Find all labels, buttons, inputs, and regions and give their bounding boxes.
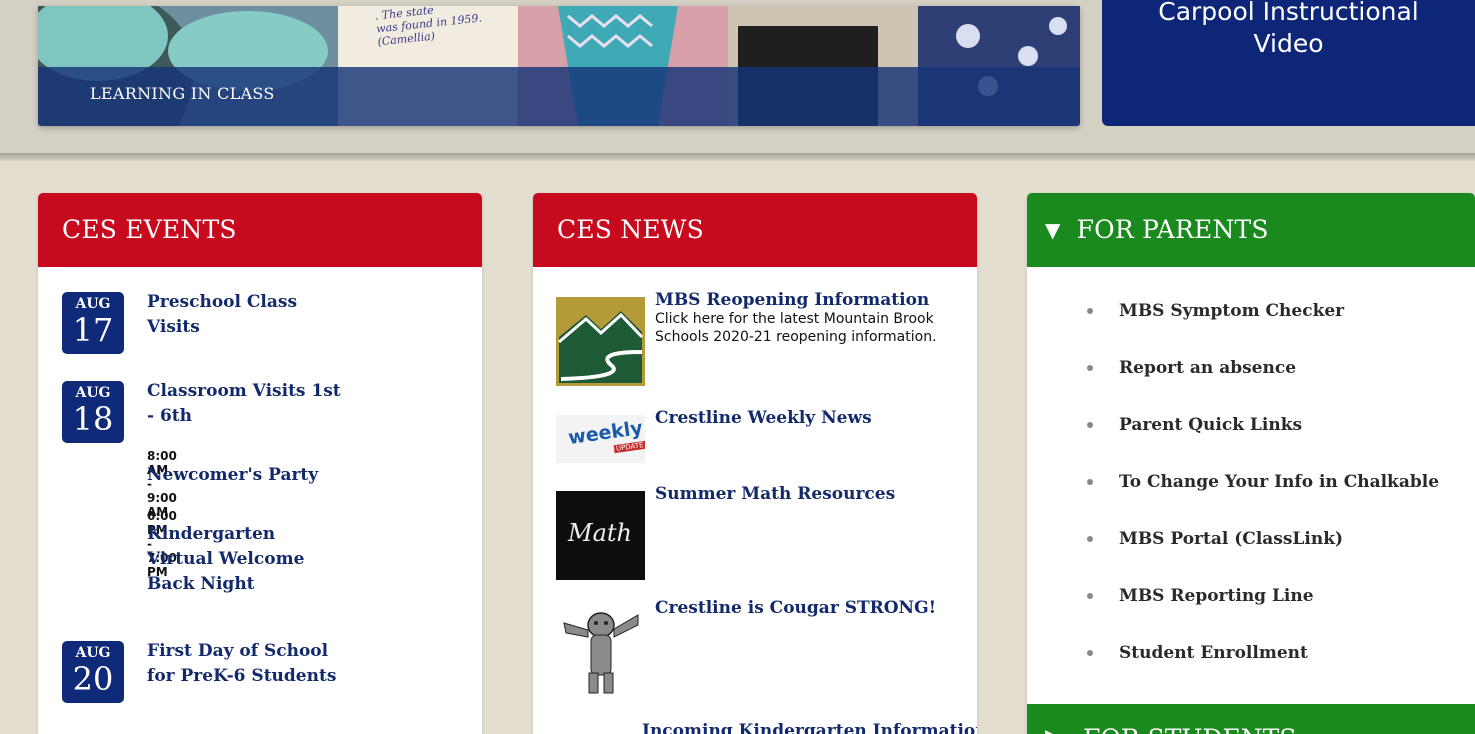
parents-link-list: MBS Symptom Checker Report an absence Pa…	[1087, 301, 1439, 700]
date-badge: AUG 18	[62, 381, 124, 443]
mountain-logo-icon	[556, 297, 645, 386]
events-heading: CES EVENTS	[38, 193, 482, 267]
news-link[interactable]: Crestline Weekly News	[655, 408, 872, 428]
date-day: 18	[72, 400, 114, 438]
date-badge: AUG 20	[62, 641, 124, 703]
math-chalkboard-thumb[interactable]: Math	[556, 491, 645, 580]
math-icon: Math	[568, 519, 632, 547]
news-link[interactable]: Summer Math Resources	[655, 484, 895, 504]
event-link[interactable]: Classroom Visits 1st - 6th	[147, 379, 342, 429]
date-day: 20	[72, 660, 114, 698]
mountain-logo-thumb[interactable]	[556, 297, 645, 386]
event-link[interactable]: Preschool Class Visits	[147, 290, 342, 340]
events-panel: CES EVENTS AUG 17 Preschool Class Visits…	[38, 193, 482, 734]
date-badge: AUG 17	[62, 292, 124, 354]
parents-link[interactable]: To Change Your Info in Chalkable	[1087, 472, 1439, 529]
students-heading-bar[interactable]: ▶ FOR STUDENTS	[1027, 704, 1475, 734]
triangle-right-icon: ▶	[1045, 724, 1060, 734]
parents-link[interactable]: MBS Portal (ClassLink)	[1087, 529, 1439, 586]
parents-heading: FOR PARENTS	[1076, 215, 1269, 244]
students-heading: FOR STUDENTS	[1083, 724, 1296, 734]
event-link[interactable]: Newcomer's Party	[147, 463, 342, 488]
news-link[interactable]: MBS Reopening Information	[655, 290, 929, 310]
parents-panel: ▼ FOR PARENTS MBS Symptom Checker Report …	[1027, 193, 1475, 734]
carpool-video-button[interactable]: Carpool Instructional Video	[1102, 0, 1475, 126]
weekly-update-thumb[interactable]: weekly UPDATE	[556, 415, 645, 463]
divider	[0, 153, 1475, 161]
parents-heading-bar[interactable]: ▼ FOR PARENTS	[1027, 193, 1475, 267]
hero-slideshow[interactable]: . The state was found in 1959. (Camellia…	[38, 6, 1080, 126]
news-link[interactable]: Incoming Kindergarten Information	[642, 721, 977, 734]
carpool-label-line2: Video	[1253, 29, 1324, 58]
parents-link[interactable]: MBS Symptom Checker	[1087, 301, 1439, 358]
parents-link[interactable]: Report an absence	[1087, 358, 1439, 415]
event-link[interactable]: First Day of School for PreK-6 Students	[147, 639, 342, 689]
news-heading: CES NEWS	[533, 193, 977, 267]
news-description: Click here for the latest Mountain Brook…	[655, 311, 937, 345]
date-month: AUG	[75, 296, 111, 312]
carpool-label-line1: Carpool Instructional	[1158, 0, 1419, 26]
cougar-mascot-thumb[interactable]	[556, 605, 645, 697]
date-month: AUG	[75, 385, 111, 401]
date-day: 17	[72, 311, 114, 349]
parents-link[interactable]: Student Enrollment	[1087, 643, 1439, 700]
cougar-mascot-icon	[563, 612, 639, 694]
triangle-down-icon: ▼	[1045, 218, 1061, 242]
hero-caption: LEARNING IN CLASS	[90, 84, 275, 103]
parents-link[interactable]: MBS Reporting Line	[1087, 586, 1439, 643]
weekly-update-subtext: UPDATE	[613, 440, 645, 454]
date-month: AUG	[75, 645, 111, 661]
news-panel: CES NEWS MBS Reopening Information Click…	[533, 193, 977, 734]
parents-link[interactable]: Parent Quick Links	[1087, 415, 1439, 472]
news-link[interactable]: Crestline is Cougar STRONG!	[655, 598, 936, 618]
event-link[interactable]: Kindergarten Virtual Welcome Back Night	[147, 522, 342, 597]
